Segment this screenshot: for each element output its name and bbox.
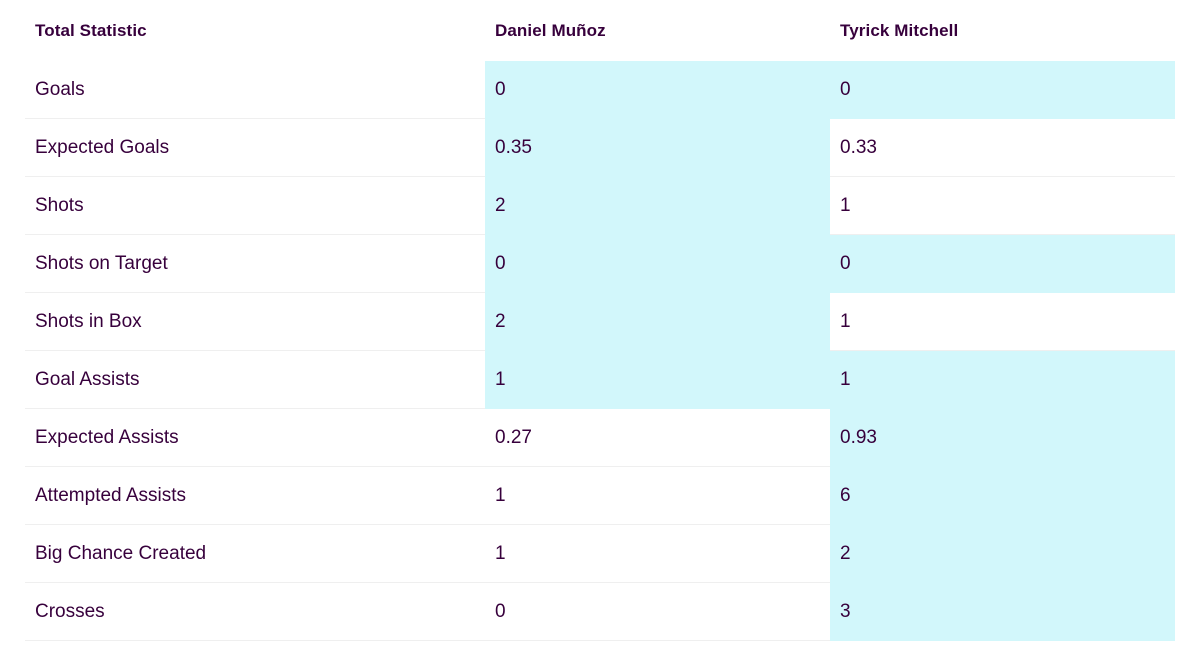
table-row: Crosses 0 3 [25, 582, 1175, 641]
stat-label: Expected Assists [25, 408, 485, 467]
player1-value: 0.27 [485, 408, 830, 467]
player2-value: 0 [830, 234, 1175, 293]
stat-label: Shots on Target [25, 234, 485, 293]
table-row: Shots in Box 2 1 [25, 292, 1175, 351]
stats-comparison-table: Total Statistic Daniel Muñoz Tyrick Mitc… [25, 0, 1175, 641]
header-stat-label: Total Statistic [35, 20, 147, 40]
table-header: Total Statistic Daniel Muñoz Tyrick Mitc… [25, 0, 1175, 61]
comparison-table: Total Statistic Daniel Muñoz Tyrick Mitc… [25, 0, 1175, 641]
table-row: Shots 2 1 [25, 176, 1175, 235]
table-row: Shots on Target 0 0 [25, 234, 1175, 293]
stat-label: Attempted Assists [25, 466, 485, 525]
player2-value: 0.93 [830, 408, 1175, 467]
stat-label: Crosses [25, 582, 485, 641]
table-row: Goal Assists 1 1 [25, 350, 1175, 409]
stat-label: Goal Assists [25, 350, 485, 409]
table-row: Goals 0 0 [25, 61, 1175, 119]
stat-label: Shots [25, 176, 485, 235]
player1-value: 0 [485, 61, 830, 119]
header-player1-name: Daniel Muñoz [495, 20, 606, 40]
player2-value: 0.33 [830, 118, 1175, 177]
player1-value: 2 [485, 292, 830, 351]
stat-label: Expected Goals [25, 118, 485, 177]
player2-value: 1 [830, 292, 1175, 351]
player2-value: 0 [830, 61, 1175, 119]
player1-value: 0 [485, 234, 830, 293]
player1-value: 1 [485, 524, 830, 583]
table-row: Expected Assists 0.27 0.93 [25, 408, 1175, 467]
player2-value: 3 [830, 582, 1175, 641]
table-body: Goals 0 0 Expected Goals 0.35 0.33 Shots… [25, 61, 1175, 641]
table-row: Attempted Assists 1 6 [25, 466, 1175, 525]
player1-value: 1 [485, 350, 830, 409]
table-row: Big Chance Created 1 2 [25, 524, 1175, 583]
player2-value: 6 [830, 466, 1175, 525]
player2-value: 1 [830, 176, 1175, 235]
player1-value: 2 [485, 176, 830, 235]
player1-value: 1 [485, 466, 830, 525]
stat-label: Big Chance Created [25, 524, 485, 583]
header-player2-name: Tyrick Mitchell [840, 20, 959, 40]
table-row: Expected Goals 0.35 0.33 [25, 118, 1175, 177]
player2-value: 1 [830, 350, 1175, 409]
stat-label: Goals [25, 61, 485, 119]
player1-value: 0 [485, 582, 830, 641]
header-row: Total Statistic Daniel Muñoz Tyrick Mitc… [25, 0, 1175, 61]
player1-value: 0.35 [485, 118, 830, 177]
player2-value: 2 [830, 524, 1175, 583]
stat-label: Shots in Box [25, 292, 485, 351]
